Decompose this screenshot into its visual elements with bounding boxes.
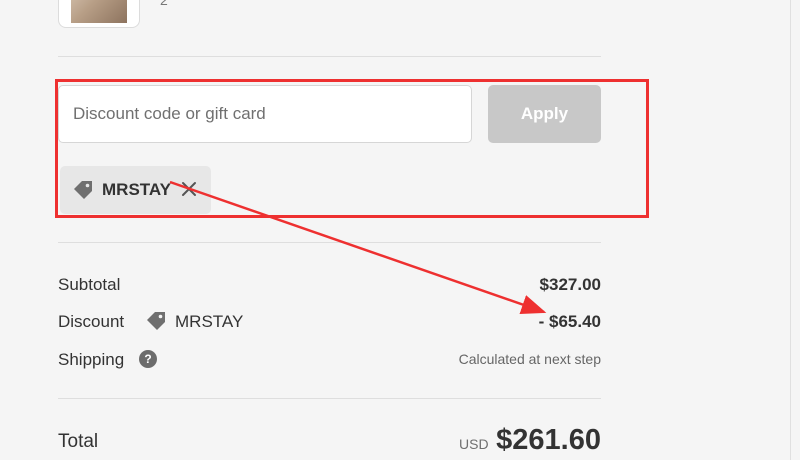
annotation-arrow xyxy=(169,180,547,315)
